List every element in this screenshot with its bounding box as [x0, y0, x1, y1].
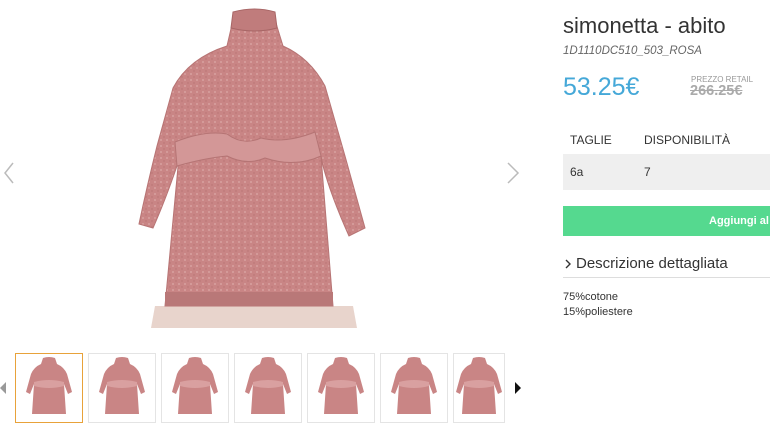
thumbnail-5[interactable] [307, 353, 375, 423]
thumbnail-2[interactable] [88, 353, 156, 423]
product-title: simonetta - abito [563, 13, 726, 38]
product-info: simonetta - abito 1D1110DC510_503_ROSA 5… [563, 0, 770, 433]
size-availability-table: TAGLIE DISPONIBILITÀ 6a 7 [563, 126, 770, 190]
main-product-image [138, 8, 366, 328]
chevron-right-icon [565, 259, 571, 269]
thumbnail-image [245, 357, 291, 414]
thumbnail-image [456, 357, 502, 414]
size-table-header: TAGLIE DISPONIBILITÀ [563, 126, 770, 154]
description-toggle-label: Descrizione dettagliata [576, 255, 728, 272]
availability-column-header: DISPONIBILITÀ [644, 133, 731, 147]
add-to-cart-button[interactable]: Aggiungi al c [563, 206, 770, 236]
thumbnail-image [26, 357, 72, 414]
composition-item: 75%cotone [563, 291, 619, 303]
thumbnail-6[interactable] [380, 353, 448, 423]
size-column-header: TAGLIE [570, 133, 612, 147]
thumbnail-prev-icon[interactable] [0, 382, 6, 394]
gallery-prev-arrow[interactable] [0, 158, 20, 188]
thumbnail-strip [0, 350, 530, 425]
thumbnail-1[interactable] [15, 353, 83, 423]
thumbnail-next-icon[interactable] [514, 382, 522, 394]
thumbnail-3[interactable] [161, 353, 229, 423]
composition-list: 75%cotone 15%poliestere [563, 290, 633, 320]
retail-price: 266.25€ [690, 83, 743, 99]
thumbnail-4[interactable] [234, 353, 302, 423]
add-to-cart-label: Aggiungi al c [709, 215, 770, 227]
thumbnail-image [318, 357, 364, 414]
product-sku: 1D1110DC510_503_ROSA [563, 45, 702, 57]
gallery-next-arrow[interactable] [503, 158, 523, 188]
availability-value: 7 [644, 165, 651, 179]
thumbnail-image [172, 357, 218, 414]
thumbnail-image [99, 357, 145, 414]
thumbnail-image [391, 357, 437, 414]
product-price: 53.25€ [563, 73, 640, 101]
thumbnail-7[interactable] [453, 353, 505, 423]
description-toggle[interactable]: Descrizione dettagliata [563, 252, 770, 278]
size-row[interactable]: 6a 7 [563, 154, 770, 190]
composition-item: 15%poliestere [563, 306, 633, 318]
size-value: 6a [570, 165, 584, 179]
product-gallery [0, 0, 530, 433]
